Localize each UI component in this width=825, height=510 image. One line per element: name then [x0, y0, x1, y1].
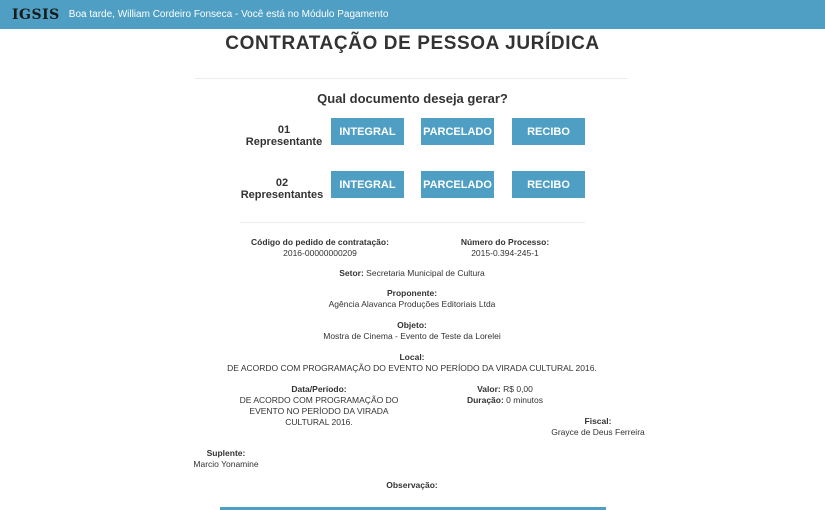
local-block: Local: DE ACORDO COM PROGRAMAÇÃO DO EVEN…: [222, 352, 602, 374]
proponente-label: Proponente:: [386, 288, 438, 298]
row-number: 02: [275, 177, 289, 189]
duracao-label: Duração:: [466, 395, 504, 405]
suplente-block: Suplente: Marcio Yonamine: [176, 448, 276, 470]
setor-value: Secretaria Municipal de Cultura: [366, 268, 485, 278]
proponente-value: Agência Alavanca Produções Editoriais Lt…: [328, 299, 496, 309]
parcelado-button-01[interactable]: PARCELADO: [421, 118, 494, 145]
row-label-02: 02 Representantes: [227, 177, 337, 201]
setor-label: Setor:: [339, 268, 364, 278]
setor-line: Setor: Secretaria Municipal de Cultura: [262, 268, 562, 279]
app-logo[interactable]: IGSIS: [12, 7, 60, 23]
divider: [195, 78, 628, 79]
objeto-label: Objeto:: [397, 320, 427, 330]
local-label: Local:: [399, 352, 425, 362]
fiscal-block: Fiscal: Grayce de Deus Ferreira: [528, 416, 668, 438]
page-title: CONTRATAÇÃO DE PESSOA JURÍDICA: [225, 33, 600, 54]
proponente-block: Proponente: Agência Alavanca Produções E…: [262, 288, 562, 310]
fiscal-value: Grayce de Deus Ferreira: [551, 427, 645, 437]
greeting-text: Boa tarde, William Cordeiro Fonseca - Vo…: [68, 9, 389, 20]
row-caption: Representante: [245, 136, 323, 148]
duracao-value: 0 minutos: [506, 395, 544, 405]
row-number: 01: [277, 124, 291, 136]
valor-block: Valor: R$ 0,00 Duração: 0 minutos: [440, 384, 570, 406]
top-bar: IGSIS Boa tarde, William Cordeiro Fonsec…: [0, 0, 825, 29]
objeto-value: Mostra de Cinema - Evento de Teste da Lo…: [323, 331, 501, 341]
row-label-01: 01 Representante: [229, 124, 339, 148]
data-line: DE ACORDO COM PROGRAMAÇÃO DO: [239, 395, 399, 405]
data-line: CULTURAL 2016.: [285, 417, 353, 427]
processo-value: 2015-0.394-245-1: [471, 248, 539, 258]
observacao-label: Observação:: [386, 480, 438, 490]
divider: [240, 222, 585, 223]
suplente-label: Suplente:: [206, 448, 246, 458]
valor-value: R$ 0,00: [503, 384, 533, 394]
integral-button-02[interactable]: INTEGRAL: [331, 171, 404, 198]
data-label: Data/Período:: [291, 384, 347, 394]
recibo-button-01[interactable]: RECIBO: [512, 118, 585, 145]
local-value: DE ACORDO COM PROGRAMAÇÃO DO EVENTO NO P…: [227, 363, 597, 373]
valor-label: Valor:: [477, 384, 501, 394]
objeto-block: Objeto: Mostra de Cinema - Evento de Tes…: [262, 320, 562, 342]
codigo-block: Código do pedido de contratação: 2016-00…: [230, 237, 410, 259]
codigo-value: 2016-00000000209: [283, 248, 357, 258]
data-block: Data/Período: DE ACORDO COM PROGRAMAÇÃO …: [235, 384, 403, 428]
processo-block: Número do Processo: 2015-0.394-245-1: [425, 237, 585, 259]
codigo-label: Código do pedido de contratação:: [251, 237, 389, 247]
recibo-button-02[interactable]: RECIBO: [512, 171, 585, 198]
integral-button-01[interactable]: INTEGRAL: [331, 118, 404, 145]
processo-label: Número do Processo:: [460, 237, 550, 247]
parcelado-button-02[interactable]: PARCELADO: [421, 171, 494, 198]
data-line: EVENTO NO PERÍODO DA VIRADA: [249, 406, 389, 416]
fiscal-label: Fiscal:: [584, 416, 612, 426]
suplente-value: Marcio Yonamine: [193, 459, 259, 469]
row-caption: Representantes: [240, 189, 324, 201]
document-question: Qual documento deseja gerar?: [317, 91, 508, 106]
